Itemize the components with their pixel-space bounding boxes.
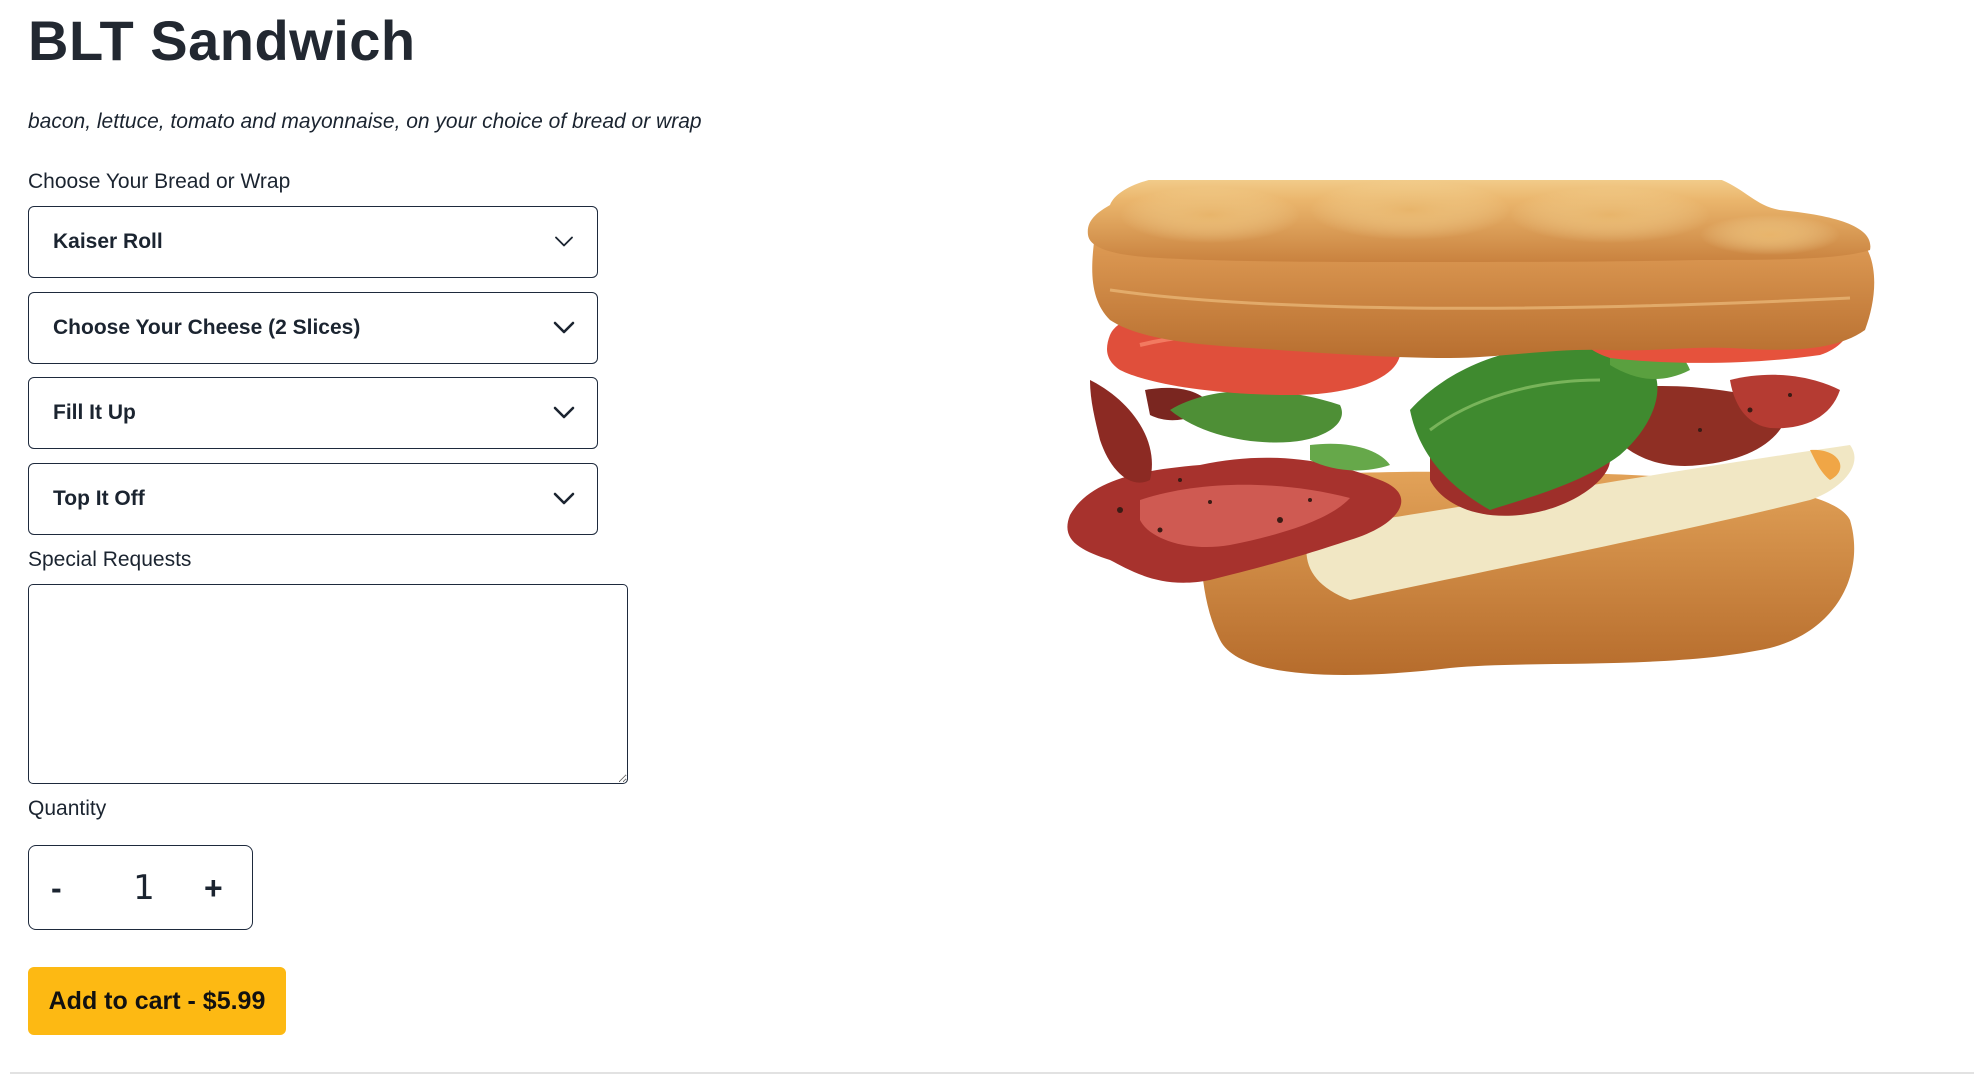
quantity-label: Quantity xyxy=(28,797,107,820)
chevron-down-icon xyxy=(553,321,575,334)
top-it-off-label: Top It Off xyxy=(53,487,145,510)
product-page: BLT Sandwich bacon, lettuce, tomato and … xyxy=(0,0,1974,1078)
bread-select-value: Kaiser Roll xyxy=(53,230,163,253)
product-description: bacon, lettuce, tomato and mayonnaise, o… xyxy=(28,110,702,133)
sandwich-image xyxy=(1067,180,1875,675)
add-to-cart-button[interactable]: Add to cart - $5.99 xyxy=(28,967,286,1035)
cheese-select-label: Choose Your Cheese (2 Slices) xyxy=(53,316,361,339)
top-it-off-select[interactable]: Top It Off xyxy=(28,463,598,535)
special-requests-label: Special Requests xyxy=(28,548,192,571)
bread-select[interactable]: Kaiser Roll xyxy=(28,206,598,278)
bread-label: Choose Your Bread or Wrap xyxy=(28,170,291,193)
quantity-value[interactable]: 1 xyxy=(124,868,164,908)
cheese-select[interactable]: Choose Your Cheese (2 Slices) xyxy=(28,292,598,364)
special-requests-input[interactable] xyxy=(28,584,628,784)
divider xyxy=(10,1072,1974,1074)
quantity-stepper: - 1 + xyxy=(28,845,253,930)
decrement-button[interactable]: - xyxy=(51,872,62,904)
chevron-down-icon xyxy=(555,236,573,247)
chevron-down-icon xyxy=(553,492,575,505)
chevron-down-icon xyxy=(553,406,575,419)
increment-button[interactable]: + xyxy=(204,872,223,904)
product-title: BLT Sandwich xyxy=(28,9,416,72)
fill-it-up-label: Fill It Up xyxy=(53,401,136,424)
fill-it-up-select[interactable]: Fill It Up xyxy=(28,377,598,449)
